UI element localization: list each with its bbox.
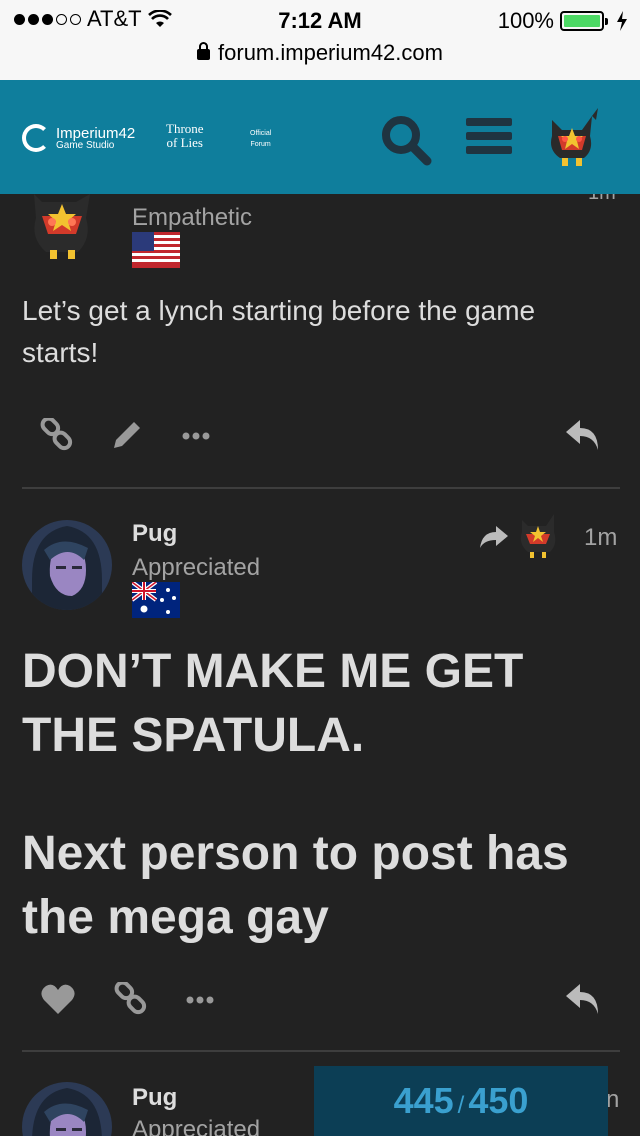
post-body: Let’s get a lynch starting before the ga…: [22, 295, 536, 368]
like-heart-icon[interactable]: [40, 982, 76, 1016]
user-title: Appreciated: [132, 1116, 261, 1136]
studio-name: Imperium42: [56, 124, 136, 142]
post-divider: [22, 1050, 620, 1052]
user-avatar[interactable]: [22, 1082, 112, 1136]
studio-subtitle: Game Studio: [56, 139, 115, 151]
reply-icon[interactable]: [564, 982, 602, 1016]
more-options-icon[interactable]: [186, 996, 214, 1004]
official-line2: Forum: [250, 141, 271, 149]
username[interactable]: Pug: [132, 1084, 177, 1112]
swirl-logo-icon: [22, 124, 50, 152]
edit-pencil-icon[interactable]: [110, 418, 144, 452]
user-title: Appreciated: [132, 554, 261, 581]
official-forum-label: Official Forum: [250, 128, 271, 150]
link-icon[interactable]: [114, 982, 148, 1016]
more-options-icon[interactable]: [182, 432, 210, 440]
username[interactable]: Pug: [132, 520, 177, 548]
game-title-line2: of Lies: [166, 134, 203, 150]
search-icon[interactable]: [380, 114, 432, 166]
imperium42-logo[interactable]: Imperium42 Game Studio: [22, 124, 135, 152]
ios-status-bar: AT&T 7:12 AM 100% forum.imperium42.com: [0, 0, 640, 80]
post-actions: [0, 416, 640, 456]
game-title-line1: Throne: [166, 121, 204, 136]
australia-flag-icon: [132, 582, 180, 618]
battery-percent: 100%: [497, 8, 554, 33]
progress-current: 445: [393, 1080, 454, 1121]
topic-progress-indicator[interactable]: 445/450: [314, 1066, 608, 1136]
screen: AT&T 7:12 AM 100% forum.imperium42.com I…: [0, 0, 640, 1136]
url-text: forum.imperium42.com: [218, 40, 443, 65]
post-time[interactable]: 1m: [584, 524, 617, 552]
hamburger-menu-icon[interactable]: [466, 118, 512, 162]
post-divider: [22, 487, 620, 489]
official-line1: Official: [250, 130, 272, 137]
user-avatar[interactable]: [24, 194, 100, 260]
reply-to-arrow-icon[interactable]: [480, 526, 508, 548]
throne-of-lies-logo[interactable]: Throne of Lies: [166, 122, 204, 149]
post-time[interactable]: n: [606, 1086, 619, 1114]
lock-icon: [197, 42, 211, 60]
user-avatar-icon[interactable]: [540, 106, 604, 170]
battery-area: 100%: [498, 8, 628, 34]
reply-icon[interactable]: [564, 418, 602, 452]
post-actions: [0, 980, 640, 1020]
progress-total: 450: [468, 1080, 529, 1121]
address-bar[interactable]: forum.imperium42.com: [0, 40, 640, 66]
battery-icon: [560, 11, 608, 31]
progress-separator: /: [457, 1092, 465, 1119]
reply-to-avatar-icon[interactable]: [516, 512, 560, 560]
post-body-shout: DON’T MAKE ME GET THE SPATULA.: [22, 645, 524, 762]
post-body-shout-2: Next person to post has the mega gay: [22, 827, 569, 944]
link-icon[interactable]: [40, 418, 74, 452]
usa-flag-icon: [132, 232, 180, 268]
user-title: Empathetic: [132, 204, 253, 231]
site-header: Imperium42 Game Studio Throne of Lies Of…: [0, 80, 640, 194]
user-avatar[interactable]: [22, 520, 112, 610]
post-stream: Empathetic 1m Let’s get a lynch starting…: [0, 182, 640, 1136]
charging-bolt-icon: [617, 11, 627, 31]
